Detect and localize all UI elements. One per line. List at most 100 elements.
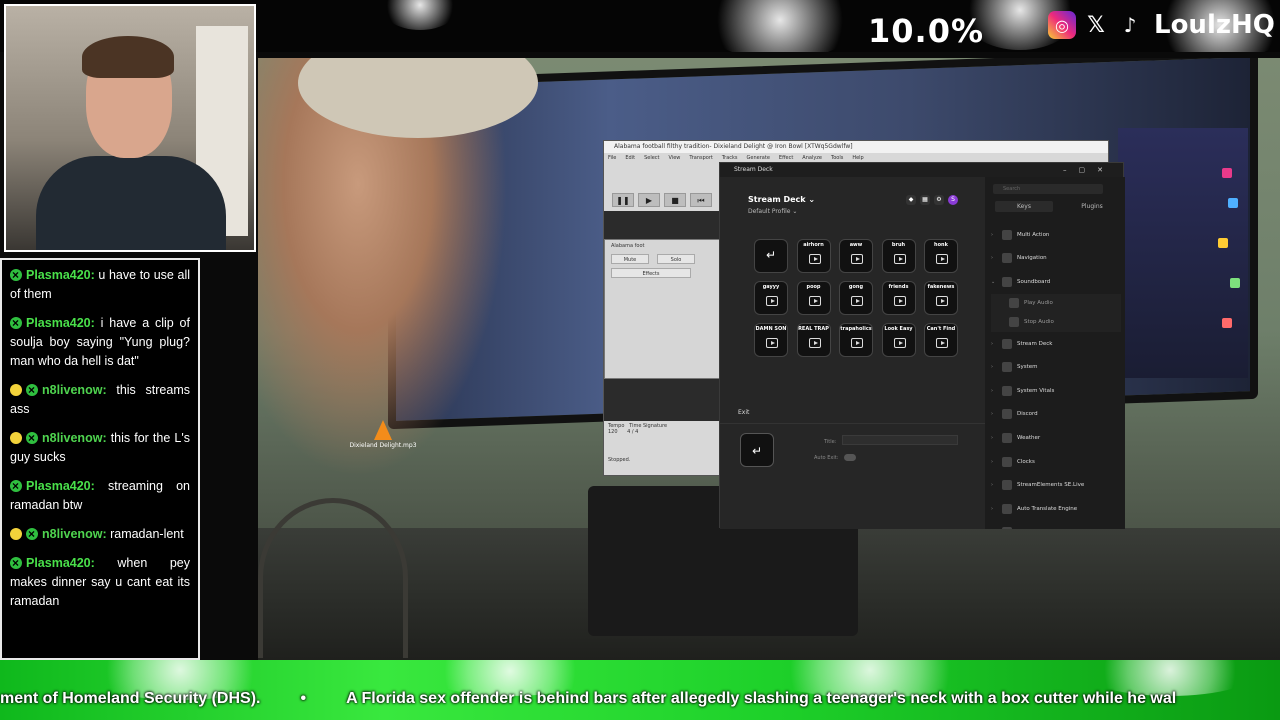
tab-keys[interactable]: Keys: [995, 201, 1053, 212]
notification-icon[interactable]: ◆: [906, 195, 916, 205]
subscriber-badge-icon: [10, 528, 22, 540]
news-ticker: ment of Homeland Security (DHS). • A Flori…: [0, 660, 1280, 720]
category-label: Stream Deck: [1017, 340, 1053, 347]
stream-deck-key[interactable]: REAL TRAP: [796, 323, 831, 357]
back-icon: ↵: [765, 248, 777, 262]
category-label: Soundboard: [1017, 278, 1051, 285]
category-icon: [1009, 298, 1019, 309]
stream-deck-key[interactable]: airhorn: [796, 239, 831, 273]
play-audio-icon: [893, 254, 906, 264]
category-item[interactable]: › Discord: [991, 403, 1121, 427]
menu-item-view[interactable]: View: [669, 153, 681, 163]
category-item[interactable]: › StreamElements SE.Live: [991, 473, 1121, 497]
play-audio-icon: [808, 338, 821, 348]
stream-deck-key[interactable]: trapaholics: [839, 323, 873, 357]
store-icon[interactable]: ▦: [920, 195, 930, 205]
action-item[interactable]: Stop Audio: [991, 312, 1121, 332]
key-label: honk: [934, 242, 948, 248]
action-item[interactable]: Play Audio: [991, 293, 1121, 313]
category-label: Multi Action: [1017, 231, 1050, 238]
stream-deck-key[interactable]: gong: [839, 281, 873, 315]
window-controls[interactable]: –▢✕: [1063, 163, 1115, 177]
webcam-feed: [4, 4, 256, 252]
category-item[interactable]: › Clocks: [991, 450, 1121, 474]
category-icon: [1002, 503, 1012, 514]
category-icon: [1002, 480, 1012, 491]
stream-deck-key[interactable]: aww: [839, 239, 873, 273]
title-label: Title:: [824, 439, 837, 445]
stream-deck-key[interactable]: Can't Find: [924, 323, 958, 357]
chevron-right-icon: ›: [991, 255, 993, 262]
stream-deck-key[interactable]: Look Easy: [881, 323, 916, 357]
profile-selector[interactable]: Default Profile ⌄: [748, 208, 797, 215]
subscriber-badge-icon: [10, 384, 22, 396]
solo-button[interactable]: Solo: [657, 254, 695, 264]
category-item[interactable]: › Weather: [991, 426, 1121, 450]
category-icon: [1002, 253, 1012, 264]
key-label: Can't Find: [926, 326, 956, 332]
stream-deck-key[interactable]: DAMN SON: [754, 323, 788, 357]
chevron-right-icon: ›: [991, 434, 993, 441]
social-bar: ◎ 𝕏 ♪ LoulzHQ: [1048, 10, 1275, 40]
ticker-left: ment of Homeland Security (DHS).: [0, 690, 261, 707]
device-selector[interactable]: Stream Deck ⌄: [748, 195, 815, 204]
effects-button[interactable]: Effects: [611, 268, 691, 278]
stream-deck-key[interactable]: ↵: [754, 239, 788, 273]
selected-key-title: Exit: [738, 409, 750, 416]
menu-item-select[interactable]: Select: [644, 153, 659, 163]
play-audio-icon: [851, 338, 863, 348]
selected-key-preview[interactable]: ↵: [740, 433, 774, 467]
stream-deck-key[interactable]: gayyy: [754, 281, 788, 315]
moderator-badge-icon: [26, 429, 38, 448]
pause-icon[interactable]: ❚❚: [612, 193, 634, 207]
chevron-right-icon: ›: [991, 340, 993, 347]
stream-deck-key[interactable]: honk: [924, 239, 958, 273]
audacity-title-bar: Alabama football filthy tradition- Dixie…: [604, 141, 1108, 153]
category-item[interactable]: › Navigation: [991, 247, 1121, 271]
category-item[interactable]: › System Vitals: [991, 379, 1121, 403]
stream-deck-key[interactable]: fakenews: [924, 281, 958, 315]
tab-plugins[interactable]: Plugins: [1063, 201, 1121, 212]
ticker-text: ment of Homeland Security (DHS). • A Flori…: [0, 690, 1176, 708]
menu-item-transport[interactable]: Transport: [689, 153, 712, 163]
chat-username: n8livenow: [42, 527, 103, 541]
time-signature-field[interactable]: 4 / 4: [627, 429, 638, 435]
play-audio-icon: [851, 254, 863, 264]
track-name: Alabama foot: [611, 243, 645, 249]
menu-item-file[interactable]: File: [608, 153, 616, 163]
mute-button[interactable]: Mute: [611, 254, 649, 264]
audacity-bottom-bar: Tempo Time Signature 120 4 / 4 Stopped.: [604, 421, 720, 475]
key-label: gong: [848, 284, 864, 290]
account-icon[interactable]: S: [948, 195, 958, 205]
auto-exit-toggle[interactable]: [844, 454, 856, 461]
category-item[interactable]: › Auto Translate Engine: [991, 497, 1121, 521]
stream-deck-key[interactable]: bruh: [881, 239, 916, 273]
category-icon: [1002, 276, 1012, 287]
play-icon[interactable]: ▶: [638, 193, 660, 207]
divider: [720, 423, 985, 424]
category-item[interactable]: ›Mouse Simulator: [991, 521, 1121, 529]
key-label: aww: [849, 242, 863, 248]
category-item[interactable]: › Multi Action: [991, 223, 1121, 247]
skip-start-icon[interactable]: ⏮: [690, 193, 712, 207]
vlc-desktop-file[interactable]: Dixieland Delight.mp3: [348, 420, 418, 449]
moderator-badge-icon: [10, 554, 22, 573]
chat-message: Plasma420: i have a clip of soulja boy s…: [10, 314, 190, 371]
category-label: Weather: [1017, 434, 1041, 441]
settings-icon[interactable]: ⚙: [934, 195, 944, 205]
audacity-track-panel: Alabama foot Mute Solo Effects: [604, 239, 720, 379]
stream-deck-key[interactable]: friends: [881, 281, 916, 315]
title-input[interactable]: [842, 435, 958, 445]
chat-colon: :: [102, 383, 117, 397]
stream-deck-window[interactable]: Stream Deck –▢✕ Stream Deck ⌄ Default Pr…: [719, 162, 1125, 529]
category-item[interactable]: › Stream Deck: [991, 332, 1121, 356]
search-input[interactable]: Search: [993, 184, 1103, 194]
tempo-field[interactable]: 120: [608, 429, 618, 435]
category-item[interactable]: ⌄ Soundboard: [991, 270, 1121, 294]
menu-item-edit[interactable]: Edit: [625, 153, 635, 163]
play-audio-icon: [893, 338, 906, 348]
stream-deck-key[interactable]: poop: [796, 281, 831, 315]
category-item[interactable]: › System: [991, 355, 1121, 379]
stop-icon[interactable]: ■: [664, 193, 686, 207]
streamer-hair: [82, 36, 174, 78]
